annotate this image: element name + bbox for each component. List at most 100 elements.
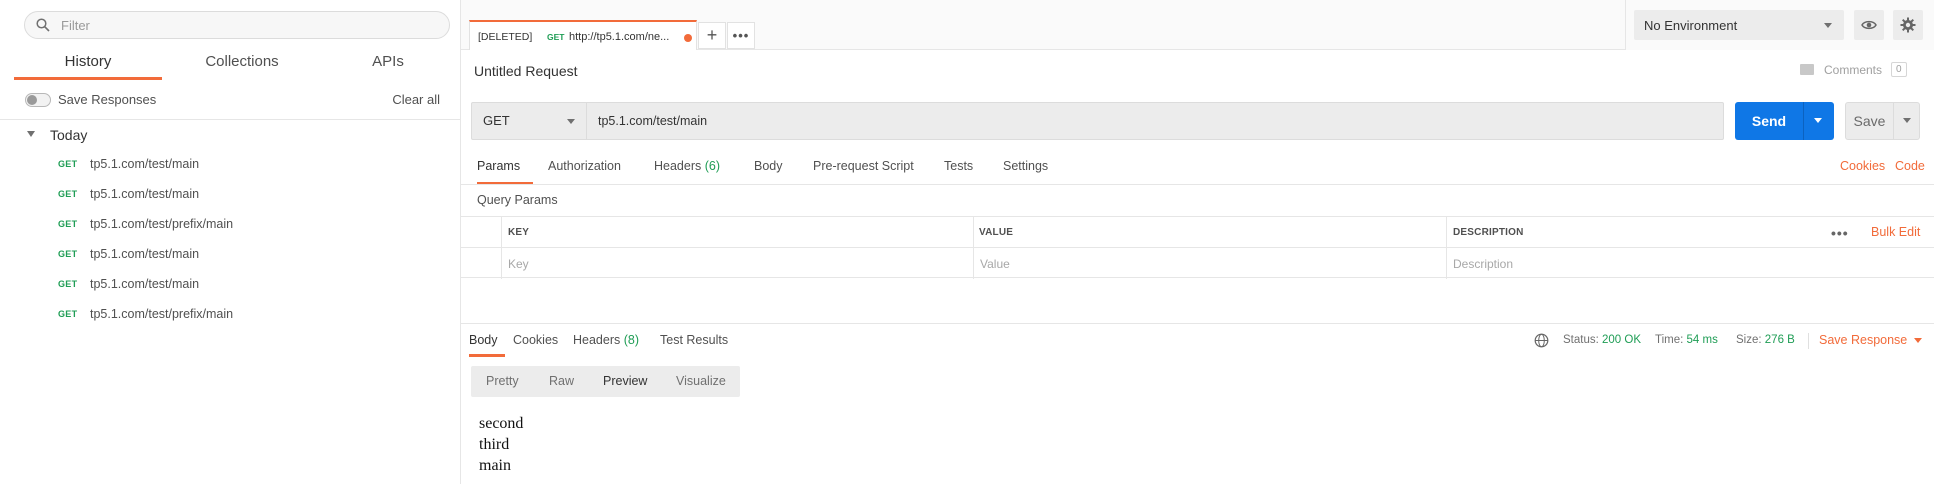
history-url: tp5.1.com/test/prefix/main	[90, 307, 234, 321]
new-tab-button[interactable]: +	[698, 22, 726, 49]
history-item[interactable]: GET tp5.1.com/test/prefix/main	[0, 300, 460, 330]
tab-apis[interactable]: APIs	[320, 48, 456, 80]
format-pretty[interactable]: Pretty	[486, 374, 519, 388]
environment-quick-look-button[interactable]	[1854, 10, 1884, 40]
send-options-chevron-icon[interactable]	[1814, 118, 1822, 123]
tab-method: GET	[547, 32, 565, 42]
toggle-knob	[27, 95, 37, 105]
tab-body[interactable]: Body	[754, 159, 783, 185]
response-tab-body[interactable]: Body	[469, 333, 505, 357]
divider	[1803, 102, 1804, 140]
search-input[interactable]	[61, 15, 441, 35]
more-icon: •••	[732, 28, 750, 43]
url-bar: GET	[471, 102, 1724, 140]
table-header-row	[461, 217, 1934, 248]
method-badge: GET	[58, 309, 78, 319]
tab-settings[interactable]: Settings	[1003, 159, 1048, 185]
globe-icon[interactable]	[1534, 333, 1549, 348]
column-header-value: VALUE	[979, 227, 1014, 238]
bulk-edit-link[interactable]: Bulk Edit	[1871, 225, 1920, 239]
chevron-down-icon	[1914, 338, 1922, 343]
environment-select[interactable]: No Environment	[1634, 10, 1844, 40]
caret-down-icon[interactable]	[27, 131, 35, 137]
headers-count: (6)	[704, 159, 721, 173]
code-link[interactable]: Code	[1895, 159, 1925, 173]
history-group-today[interactable]: Today	[50, 127, 87, 143]
sidebar-tabs: History Collections APIs	[14, 48, 456, 80]
clear-all-button[interactable]: Clear all	[392, 92, 440, 107]
table-options-icon[interactable]: •••	[1831, 225, 1849, 241]
gear-icon	[1900, 17, 1916, 33]
value-input[interactable]: Value	[980, 257, 1010, 271]
response-tab-test-results[interactable]: Test Results	[660, 333, 728, 357]
response-headers-label: Headers	[573, 333, 621, 347]
format-preview[interactable]: Preview	[603, 374, 647, 388]
tab-tests[interactable]: Tests	[944, 159, 973, 185]
unsaved-dot-icon[interactable]	[684, 34, 692, 42]
method-select[interactable]: GET	[472, 103, 587, 139]
save-response-button[interactable]: Save Response	[1819, 333, 1922, 347]
time-label: Time:	[1655, 334, 1684, 346]
response-status[interactable]: Status: 200 OK	[1563, 334, 1641, 346]
response-tab-cookies[interactable]: Cookies	[513, 333, 558, 357]
time-value: 54 ms	[1686, 334, 1718, 346]
column-header-description: DESCRIPTION	[1453, 227, 1524, 238]
send-button[interactable]: Send	[1735, 102, 1834, 140]
request-name[interactable]: Untitled Request	[474, 63, 578, 79]
method-value: GET	[483, 113, 510, 128]
response-body-line: main	[479, 457, 511, 474]
search-box[interactable]	[24, 11, 450, 39]
environment-value: No Environment	[1644, 18, 1738, 33]
tab-history[interactable]: History	[14, 48, 162, 80]
method-badge: GET	[58, 159, 78, 169]
status-value: 200 OK	[1602, 334, 1642, 346]
history-item[interactable]: GET tp5.1.com/test/main	[0, 270, 460, 300]
history-url: tp5.1.com/test/prefix/main	[90, 217, 234, 231]
history-url: tp5.1.com/test/main	[90, 277, 200, 291]
history-url: tp5.1.com/test/main	[90, 187, 200, 201]
divider	[1808, 333, 1809, 349]
tab-authorization[interactable]: Authorization	[548, 159, 621, 185]
tab-headers-label: Headers	[654, 159, 702, 173]
column-divider	[973, 217, 974, 279]
request-tab[interactable]: [DELETED] GET http://tp5.1.com/ne...	[469, 20, 697, 50]
send-label: Send	[1751, 113, 1787, 129]
key-input[interactable]: Key	[508, 257, 529, 271]
format-visualize[interactable]: Visualize	[676, 374, 726, 388]
comments-label: Comments	[1824, 63, 1883, 77]
cookies-link[interactable]: Cookies	[1840, 159, 1885, 173]
save-label: Save	[1853, 113, 1886, 129]
method-badge: GET	[58, 219, 78, 229]
tab-pre-request-script[interactable]: Pre-request Script	[813, 159, 914, 185]
plus-icon: +	[706, 25, 718, 45]
description-input[interactable]: Description	[1453, 257, 1513, 271]
response-tab-headers[interactable]: Headers (8)	[573, 333, 639, 357]
save-button[interactable]: Save	[1845, 102, 1920, 140]
history-item[interactable]: GET tp5.1.com/test/main	[0, 150, 460, 180]
tab-params[interactable]: Params	[477, 159, 533, 185]
save-options-chevron-icon[interactable]	[1903, 118, 1911, 123]
response-time[interactable]: Time: 54 ms	[1655, 334, 1718, 346]
manage-environments-button[interactable]	[1893, 10, 1923, 40]
response-body-line: second	[479, 415, 524, 432]
eye-icon	[1861, 20, 1877, 30]
tab-collections[interactable]: Collections	[174, 48, 310, 80]
history-item[interactable]: GET tp5.1.com/test/main	[0, 240, 460, 270]
history-item[interactable]: GET tp5.1.com/test/prefix/main	[0, 210, 460, 240]
history-url: tp5.1.com/test/main	[90, 157, 200, 171]
history-url: tp5.1.com/test/main	[90, 247, 200, 261]
history-item[interactable]: GET tp5.1.com/test/main	[0, 180, 460, 210]
response-size[interactable]: Size: 276 B	[1736, 334, 1795, 346]
size-value: 276 B	[1764, 334, 1795, 346]
divider	[461, 184, 1934, 185]
response-body-line: third	[479, 436, 510, 453]
tab-headers[interactable]: Headers (6)	[654, 159, 720, 185]
response-format-bar: Pretty Raw Preview Visualize	[471, 366, 740, 397]
comment-icon	[1800, 64, 1814, 75]
tab-options-button[interactable]: •••	[727, 22, 755, 49]
format-raw[interactable]: Raw	[549, 374, 574, 388]
save-response-label: Save Response	[1819, 333, 1908, 347]
url-input[interactable]	[598, 112, 1698, 130]
save-responses-toggle[interactable]	[25, 93, 51, 107]
column-header-key: KEY	[508, 227, 530, 238]
